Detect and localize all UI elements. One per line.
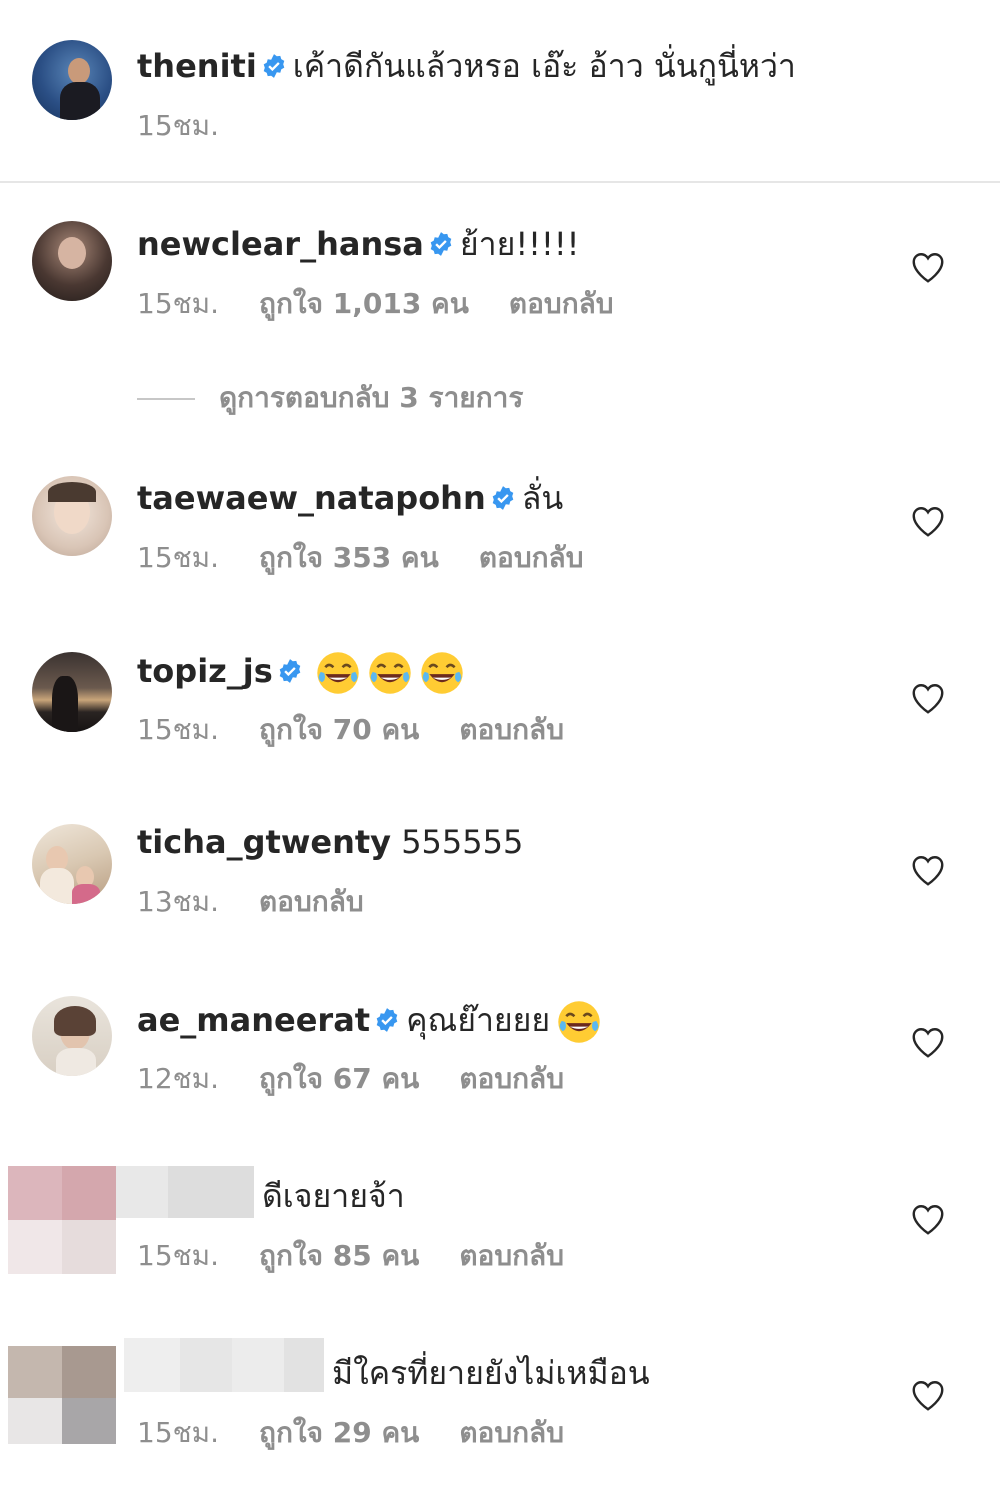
comment-meta: 15ชม. ถูกใจ 1,013 คน ตอบกลับ [137,286,654,322]
heart-outline-icon[interactable] [910,853,946,887]
heart-outline-icon[interactable] [910,1202,946,1236]
comment-line: newclear_hansa ย้าย!!!!! [137,224,579,264]
like-count[interactable]: ถูกใจ 85 คน [259,1239,419,1272]
comment-line: taewaew_natapohn ลั่น [137,478,563,518]
comment-text: คุณย๊ายยย [406,1001,551,1039]
avatar[interactable] [32,652,112,732]
comment-time: 15ชม. [137,1239,219,1272]
comment-time: 13ชม. [137,885,219,918]
avatar[interactable] [32,476,112,556]
heart-outline-icon[interactable] [910,681,946,715]
divider [137,398,195,400]
comment-text: 555555 [401,823,524,861]
comment-meta: 15ชม. ถูกใจ 70 คน ตอบกลับ [137,712,604,748]
comment-line: ดีเจยายจ้า [262,1176,405,1216]
avatar[interactable] [32,824,112,904]
comment-line: ae_maneerat คุณย๊ายยย [137,999,602,1045]
comment-meta: 13ชม. ตอบกลับ [137,884,404,920]
divider [0,181,1000,183]
reply-button[interactable]: ตอบกลับ [459,1416,564,1449]
comment-line: มีใครที่ยายยังไม่เหมือน [332,1353,650,1393]
censored-avatar [8,1346,116,1444]
comment-meta: 15ชม. ถูกใจ 85 คน ตอบกลับ [137,1238,604,1274]
verified-badge-icon [430,232,452,256]
view-replies-button[interactable]: ดูการตอบกลับ 3 รายการ [137,380,523,416]
reply-button[interactable]: ตอบกลับ [509,287,614,320]
verified-badge-icon [279,659,301,683]
like-count[interactable]: ถูกใจ 70 คน [259,713,419,746]
comment-time: 15ชม. [137,541,219,574]
view-replies-label: ดูการตอบกลับ 3 รายการ [219,381,524,414]
verified-badge-icon [492,486,514,510]
comment-line: ticha_gtwenty 555555 [137,822,523,862]
comment-time: 12ชม. [137,1062,219,1095]
caption-time: 15ชม. [137,109,219,142]
comment-username[interactable]: ticha_gtwenty [137,823,391,861]
comment-username[interactable]: ae_maneerat [137,1001,370,1039]
avatar[interactable] [32,40,112,120]
comment-meta: 15ชม. ถูกใจ 29 คน ตอบกลับ [137,1415,604,1451]
comment-text: มีใครที่ยายยังไม่เหมือน [332,1354,650,1392]
censored-username [116,1166,254,1218]
like-count[interactable]: ถูกใจ 353 คน [259,541,439,574]
comment-username[interactable]: taewaew_natapohn [137,479,486,517]
heart-outline-icon[interactable] [910,504,946,538]
like-count[interactable]: ถูกใจ 1,013 คน [259,287,469,320]
reply-button[interactable]: ตอบกลับ [459,1062,564,1095]
comment-time: 15ชม. [137,713,219,746]
censored-avatar [8,1166,116,1274]
comment-meta: 12ชม. ถูกใจ 67 คน ตอบกลับ [137,1061,604,1097]
laughing-tears-emoji-icon [558,1001,600,1043]
heart-outline-icon[interactable] [910,1025,946,1059]
comment-time: 15ชม. [137,287,219,320]
reply-button[interactable]: ตอบกลับ [459,713,564,746]
censored-username [124,1338,324,1392]
comment-text: ลั่น [521,479,564,517]
comment-username[interactable]: topiz_js [137,652,273,690]
comment-text: ดีเจยายจ้า [262,1177,405,1215]
avatar[interactable] [32,221,112,301]
laughing-tears-emoji-icon [369,652,411,694]
heart-outline-icon[interactable] [910,1378,946,1412]
verified-badge-icon [263,54,285,78]
verified-badge-icon [376,1008,398,1032]
caption-line: theniti เค้าดีกันแล้วหรอ เอ๊ะ อ้าว นั่นกู… [137,46,796,86]
caption-text: เค้าดีกันแล้วหรอ เอ๊ะ อ้าว นั่นกูนี่หว่า [292,47,796,85]
comment-username[interactable]: newclear_hansa [137,225,424,263]
reply-button[interactable]: ตอบกลับ [259,885,364,918]
laughing-tears-emoji-icon [421,652,463,694]
caption-meta: 15ชม. [137,108,259,144]
caption-username[interactable]: theniti [137,47,257,85]
like-count[interactable]: ถูกใจ 67 คน [259,1062,419,1095]
reply-button[interactable]: ตอบกลับ [459,1239,564,1272]
reply-button[interactable]: ตอบกลับ [479,541,584,574]
comment-meta: 15ชม. ถูกใจ 353 คน ตอบกลับ [137,540,623,576]
comment-time: 15ชม. [137,1416,219,1449]
avatar[interactable] [32,996,112,1076]
like-count[interactable]: ถูกใจ 29 คน [259,1416,419,1449]
comment-text: ย้าย!!!!! [459,225,580,263]
heart-outline-icon[interactable] [910,250,946,284]
laughing-tears-emoji-icon [317,652,359,694]
comment-line: topiz_js [137,650,465,696]
